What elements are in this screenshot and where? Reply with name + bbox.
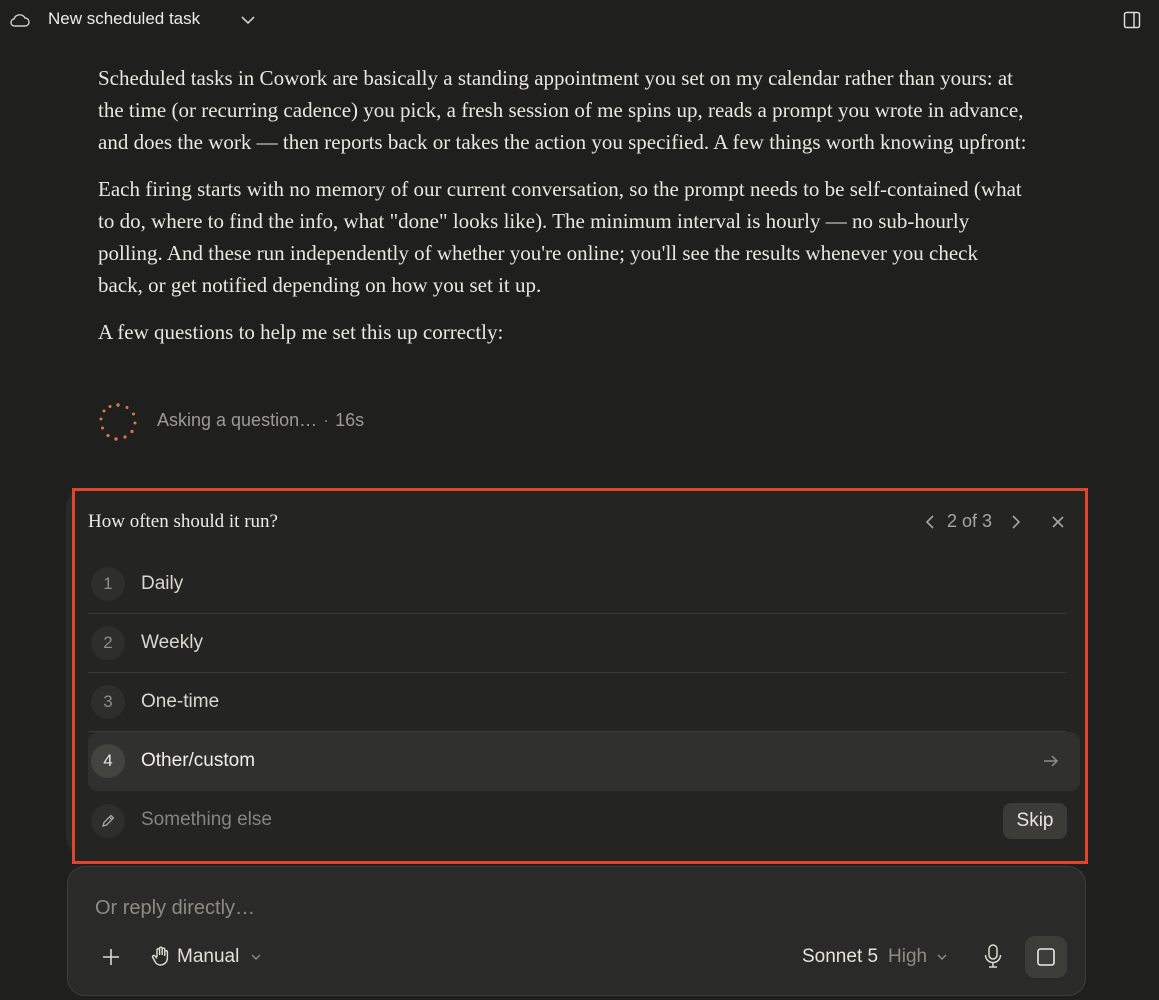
- mode-selector[interactable]: Manual: [150, 943, 270, 971]
- chevron-left-icon[interactable]: [923, 513, 937, 531]
- chevron-down-icon: [937, 954, 947, 960]
- status-separator: ·: [323, 410, 330, 430]
- pencil-badge: [91, 804, 125, 838]
- something-else-row: Something else Skip: [88, 791, 1067, 851]
- stop-button[interactable]: [1025, 936, 1067, 978]
- chevron-down-icon: [251, 954, 261, 960]
- sidebar-panel-icon[interactable]: [1123, 11, 1141, 29]
- question-title: How often should it run?: [88, 511, 278, 532]
- option-number: 2: [91, 626, 125, 660]
- option-label: Daily: [141, 573, 184, 594]
- question-card: How often should it run? 2 of 3 1 Daily …: [72, 488, 1088, 864]
- page-title[interactable]: New scheduled task: [48, 9, 200, 29]
- stop-icon: [1037, 948, 1055, 966]
- something-else-input[interactable]: Something else: [141, 809, 272, 831]
- option-daily[interactable]: 1 Daily: [88, 555, 1066, 614]
- assistant-message: Scheduled tasks in Cowork are basically …: [98, 62, 1028, 363]
- chevron-right-icon[interactable]: [1009, 513, 1023, 531]
- message-paragraph: Scheduled tasks in Cowork are basically …: [98, 66, 1027, 154]
- option-one-time[interactable]: 3 One-time: [88, 673, 1066, 732]
- option-label: One-time: [141, 691, 220, 712]
- microphone-icon[interactable]: [982, 943, 1004, 969]
- option-weekly[interactable]: 2 Weekly: [88, 614, 1066, 673]
- pencil-icon: [102, 814, 115, 827]
- option-label: Weekly: [141, 632, 203, 653]
- status-elapsed: 16s: [335, 410, 365, 430]
- chevron-down-icon[interactable]: [240, 14, 256, 26]
- option-label: Other/custom: [141, 750, 256, 771]
- mode-label: Manual: [177, 946, 240, 967]
- option-number: 3: [91, 685, 125, 719]
- arrow-right-icon: [1044, 755, 1059, 767]
- thinking-status: Asking a question… · 16s: [98, 402, 498, 442]
- option-number: 4: [91, 744, 125, 778]
- status-label: Asking a question…: [157, 410, 318, 430]
- hand-icon: [151, 946, 169, 966]
- reply-composer: Or reply directly… Manual Sonnet 5 High: [67, 866, 1086, 996]
- close-icon[interactable]: [1050, 514, 1066, 530]
- reply-input[interactable]: Or reply directly…: [95, 897, 255, 920]
- model-selector[interactable]: Sonnet 5 High: [802, 943, 952, 971]
- model-effort: High: [888, 946, 928, 967]
- top-bar: New scheduled task: [0, 0, 1159, 42]
- option-number: 1: [91, 567, 125, 601]
- cloud-icon: [10, 14, 30, 27]
- message-paragraph: A few questions to help me set this up c…: [98, 320, 504, 344]
- skip-button[interactable]: Skip: [1003, 803, 1067, 839]
- model-name: Sonnet 5: [802, 946, 879, 967]
- pager-text: 2 of 3: [947, 511, 993, 531]
- spinner-icon: [99, 403, 137, 441]
- option-list: 1 Daily 2 Weekly 3 One-time 4 Other/cust…: [88, 555, 1080, 851]
- option-other-custom[interactable]: 4 Other/custom: [88, 732, 1080, 791]
- plus-icon[interactable]: [101, 947, 121, 967]
- question-pager: 2 of 3: [895, 507, 1085, 537]
- message-paragraph: Each firing starts with no memory of our…: [98, 177, 1022, 297]
